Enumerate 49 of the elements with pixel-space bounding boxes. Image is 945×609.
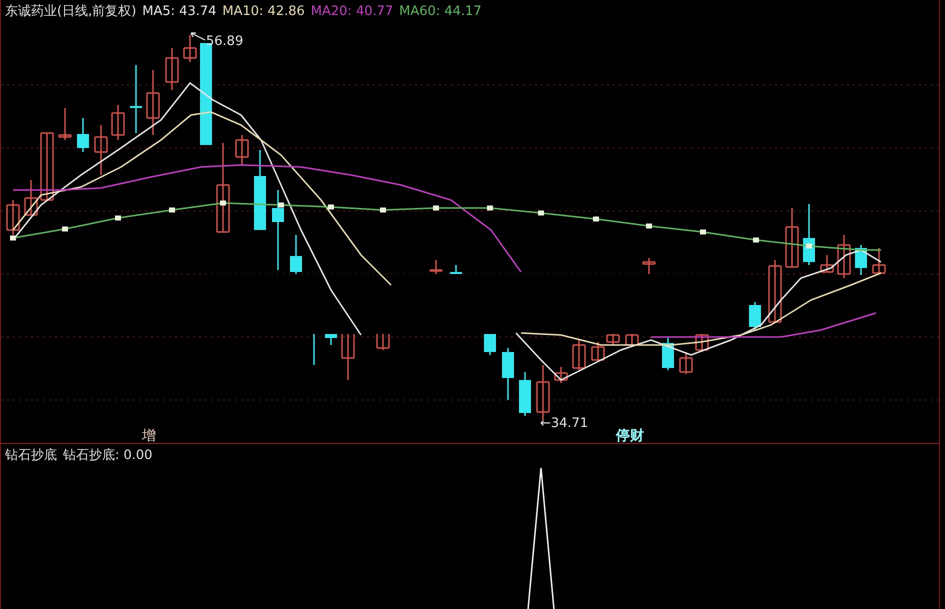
candlestick	[785, 208, 799, 268]
candlestick	[376, 333, 390, 350]
candlestick	[749, 302, 761, 330]
candlestick	[111, 105, 125, 140]
signal-label: 停财	[616, 428, 644, 443]
chart-title: 东诚药业(日线,前复权)	[5, 3, 136, 20]
candlestick	[803, 204, 815, 265]
candlestick	[484, 334, 496, 355]
candlestick	[40, 132, 54, 201]
candlestick	[855, 245, 867, 275]
moving-average-reading: MA10: 42.86	[222, 4, 305, 18]
indicator-reading: 钻石抄底: 0.00	[63, 447, 152, 464]
candlestick	[502, 348, 514, 400]
candlestick	[662, 338, 674, 370]
candlestick	[183, 35, 197, 62]
candlestick	[519, 372, 531, 416]
candlestick	[146, 70, 160, 135]
candlestick	[450, 265, 462, 274]
candlestick	[130, 65, 142, 133]
candlestick	[77, 118, 89, 152]
candlestick	[872, 248, 886, 274]
candlestick	[290, 235, 302, 274]
candlestick	[429, 260, 443, 274]
candlestick	[341, 333, 355, 380]
leader-line	[190, 32, 206, 41]
price-label: ←34.71	[540, 416, 588, 431]
candlestick	[768, 260, 782, 323]
candlestick	[235, 135, 249, 165]
candlestick	[820, 255, 834, 273]
candlestick	[572, 340, 586, 370]
moving-average-reading: MA20: 40.77	[310, 4, 394, 18]
moving-average-reading: MA60: 44.17	[399, 4, 482, 18]
candlestick	[679, 352, 693, 374]
candlestick	[165, 48, 179, 90]
candlestick	[325, 334, 337, 345]
moving-average-reading: MA5: 43.74	[142, 4, 216, 18]
candlestick	[24, 180, 38, 216]
candlestick	[58, 108, 72, 140]
candlestick	[625, 334, 639, 347]
candlestick	[837, 235, 851, 278]
signal-label: 增	[142, 428, 156, 443]
candlestick	[695, 334, 709, 352]
candlestick	[642, 258, 656, 274]
candlestick	[6, 200, 20, 235]
candlestick	[313, 334, 315, 365]
indicator-name: 钻石抄底	[5, 447, 57, 464]
candlestick	[554, 367, 568, 383]
price-label: 56.89	[206, 34, 244, 49]
candlestick	[94, 125, 108, 175]
